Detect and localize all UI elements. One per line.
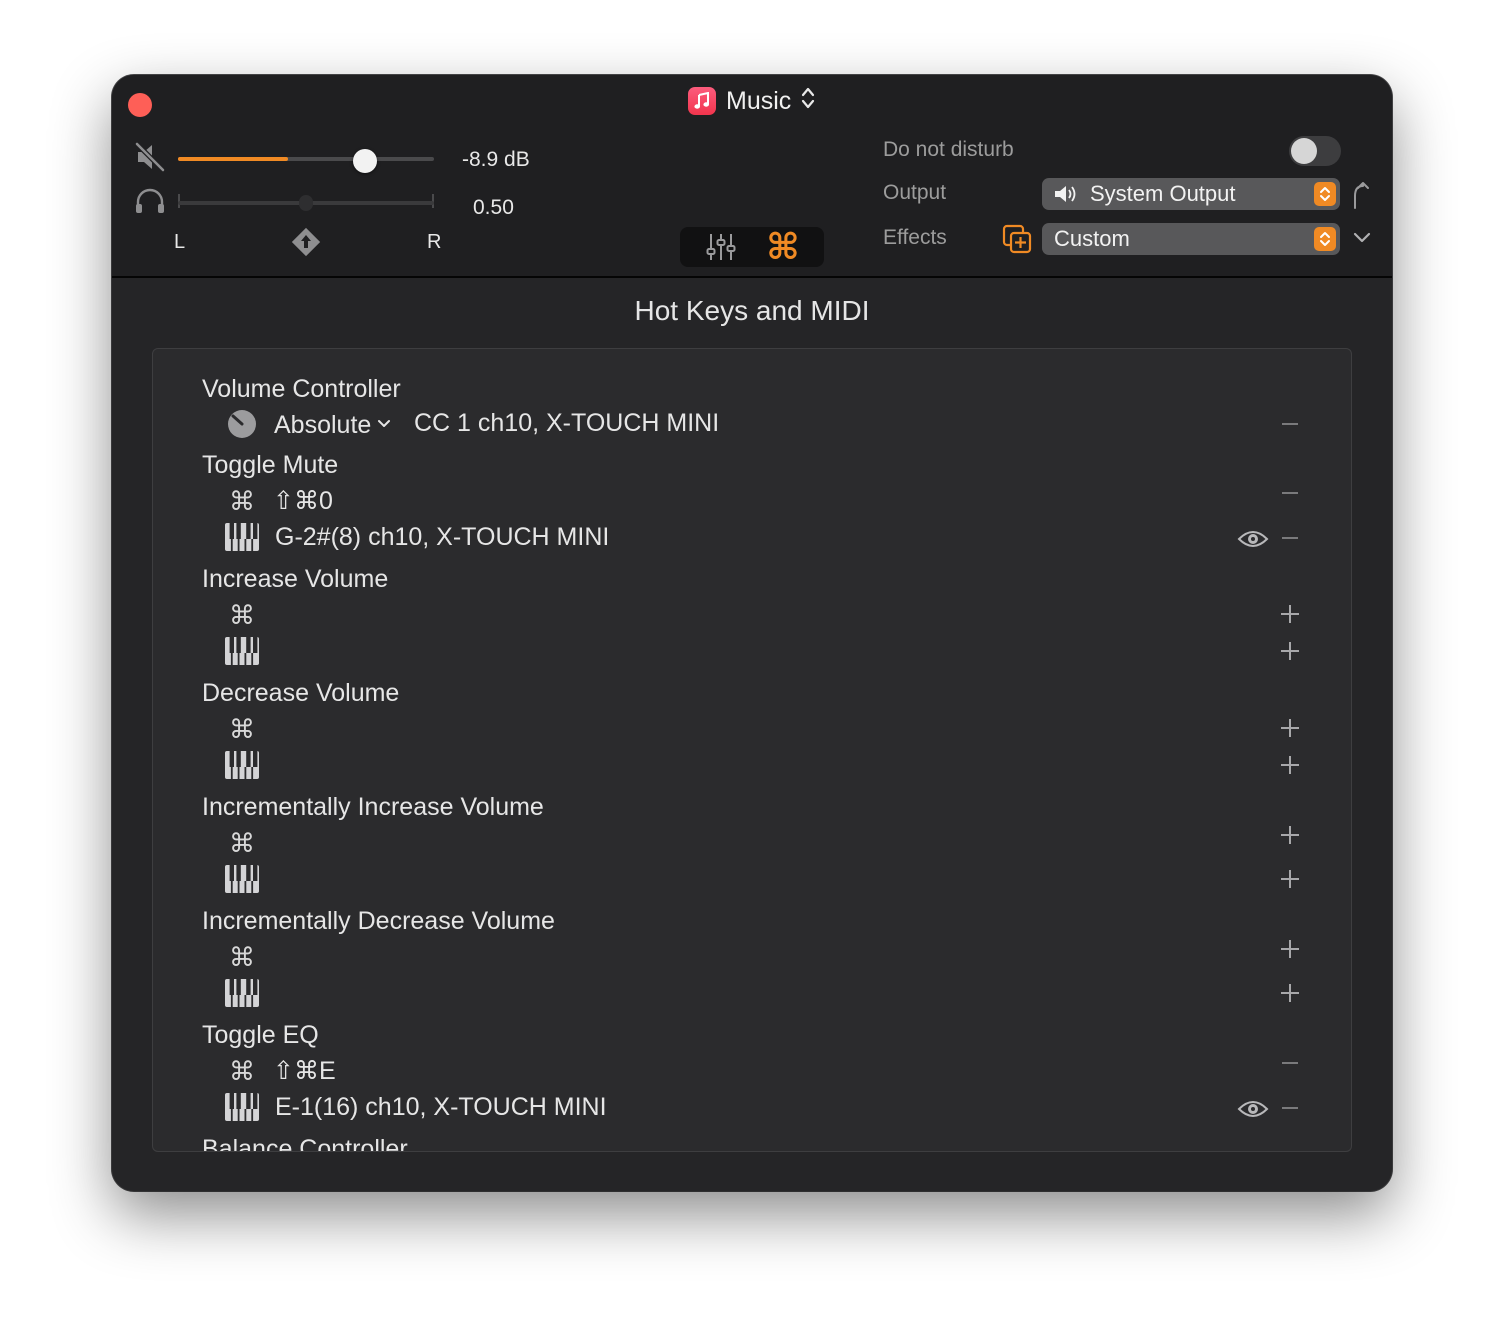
command-icon: ⌘ (229, 714, 255, 744)
command-icon: ⌘ (229, 600, 255, 630)
piano-keys-icon (225, 1093, 259, 1121)
add-button[interactable] (1281, 642, 1299, 660)
output-stepper-icon (1314, 182, 1336, 206)
output-route-icon[interactable] (1350, 180, 1374, 210)
effects-popup[interactable]: Custom (1042, 223, 1340, 255)
hotkey-binding[interactable]: ⇧⌘E (273, 1056, 336, 1086)
dnd-toggle-knob (1291, 138, 1317, 164)
volume-slider-knob[interactable] (353, 149, 377, 173)
piano-keys-icon (225, 979, 259, 1007)
music-app-icon (688, 87, 716, 115)
output-popup[interactable]: System Output (1042, 178, 1340, 210)
hotkey-binding[interactable]: ⇧⌘0 (273, 486, 333, 516)
add-button[interactable] (1281, 940, 1299, 958)
app-window: Music -8.9 dB 0.50 L R ⌘ Do not disturb … (112, 75, 1392, 1191)
balance-left-label: L (174, 231, 186, 253)
dnd-toggle[interactable] (1289, 136, 1341, 166)
piano-keys-icon (225, 751, 259, 779)
balance-right-label: R (427, 231, 442, 253)
effects-label: Effects (883, 226, 947, 249)
group-title-increase-volume: Increase Volume (202, 565, 389, 593)
view-segmented-control: ⌘ (680, 227, 824, 267)
balance-slider[interactable] (178, 193, 434, 213)
group-title-toggle-mute: Toggle Mute (202, 451, 339, 479)
balance-center-icon[interactable] (291, 227, 321, 257)
remove-button[interactable] (1282, 1107, 1298, 1109)
command-icon[interactable]: ⌘ (765, 228, 801, 266)
eye-icon[interactable] (1237, 1098, 1269, 1120)
command-icon: ⌘ (229, 486, 255, 516)
app-selector[interactable]: Music (688, 85, 815, 117)
add-button[interactable] (1281, 826, 1299, 844)
piano-keys-icon (225, 865, 259, 893)
command-icon: ⌘ (229, 1056, 255, 1086)
add-button[interactable] (1281, 719, 1299, 737)
dnd-label: Do not disturb (883, 138, 1014, 161)
headphones-icon[interactable] (134, 187, 166, 215)
command-icon: ⌘ (229, 828, 255, 858)
chevron-down-icon[interactable] (1352, 231, 1372, 245)
speaker-icon (1054, 184, 1080, 204)
eye-icon[interactable] (1237, 528, 1269, 550)
group-title-incrementally-decrease-volume: Incrementally Decrease Volume (202, 907, 555, 935)
add-effect-icon[interactable] (1001, 223, 1033, 255)
app-title: Music (726, 86, 792, 115)
knob-icon (227, 409, 257, 439)
command-icon: ⌘ (229, 942, 255, 972)
group-title-balance-controller: Balance Controller (202, 1135, 408, 1152)
remove-button[interactable] (1282, 537, 1298, 539)
group-title-incrementally-increase-volume: Incrementally Increase Volume (202, 793, 544, 821)
remove-button[interactable] (1282, 423, 1298, 425)
close-button[interactable] (128, 93, 152, 117)
speaker-muted-icon[interactable] (134, 141, 166, 173)
add-button[interactable] (1281, 756, 1299, 774)
piano-keys-icon (225, 523, 259, 551)
remove-button[interactable] (1282, 492, 1298, 494)
volume-db-readout: -8.9 dB (462, 148, 530, 171)
add-button[interactable] (1281, 870, 1299, 888)
add-button[interactable] (1281, 984, 1299, 1002)
effects-stepper-icon (1314, 227, 1336, 251)
add-button[interactable] (1281, 605, 1299, 623)
mode-popup[interactable]: Absolute (274, 409, 391, 441)
section-title: Hot Keys and MIDI (634, 295, 870, 326)
mode-value: Absolute (274, 410, 372, 439)
hotkeys-list[interactable]: Volume Controller Absolute CC 1 ch10, X-… (152, 348, 1352, 1152)
group-title-decrease-volume: Decrease Volume (202, 679, 400, 707)
header-bar: Music -8.9 dB 0.50 L R ⌘ Do not disturb … (112, 75, 1392, 276)
output-value: System Output (1090, 181, 1236, 206)
chevron-down-small-icon (377, 416, 391, 434)
volume-slider[interactable] (178, 149, 434, 173)
midi-binding[interactable]: G-2#(8) ch10, X-TOUCH MINI (275, 523, 609, 552)
effects-value: Custom (1054, 226, 1130, 251)
midi-binding[interactable]: CC 1 ch10, X-TOUCH MINI (414, 409, 719, 438)
midi-binding[interactable]: E-1(16) ch10, X-TOUCH MINI (275, 1093, 607, 1122)
volume-slider-fill (178, 157, 288, 161)
equalizer-sliders-icon[interactable] (706, 232, 736, 262)
output-label: Output (883, 181, 947, 204)
chevron-updown-icon (801, 86, 815, 117)
group-title-toggle-eq: Toggle EQ (202, 1021, 319, 1049)
piano-keys-icon (225, 637, 259, 665)
balance-readout: 0.50 (473, 196, 514, 219)
group-title-volume-controller: Volume Controller (202, 375, 401, 403)
header-divider (112, 276, 1392, 278)
remove-button[interactable] (1282, 1062, 1298, 1064)
balance-slider-knob[interactable] (299, 195, 313, 211)
